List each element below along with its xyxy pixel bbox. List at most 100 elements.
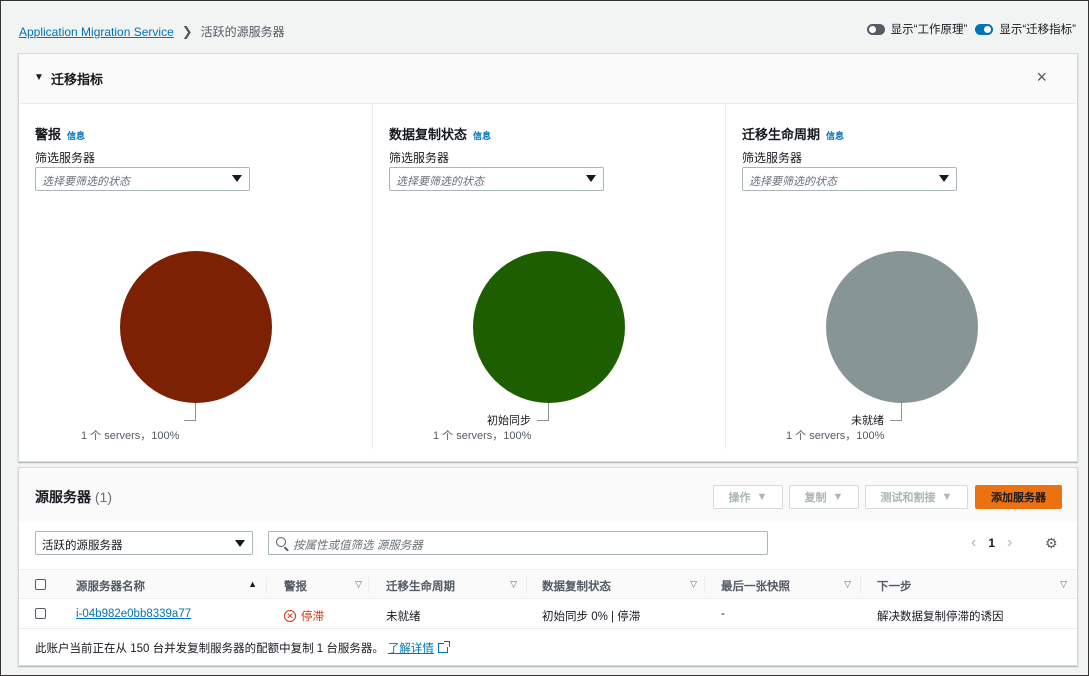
- column-header-next-step[interactable]: 下一步 ▽: [861, 570, 1077, 600]
- leader-line: [537, 403, 549, 421]
- select-placeholder: 选择要筛选的状态: [749, 176, 837, 188]
- pie-slice[interactable]: [826, 251, 978, 403]
- sort-icon[interactable]: ▽: [1060, 579, 1067, 590]
- top-bar: Application Migration Service ❯ 活跃的源服务器 …: [1, 1, 1088, 53]
- breadcrumb-root-link[interactable]: Application Migration Service: [19, 25, 174, 39]
- toggle-switch-icon[interactable]: [866, 23, 885, 35]
- select-value: 活跃的源服务器: [42, 540, 123, 552]
- column-header-label: 最后一张快照: [721, 581, 790, 593]
- quota-footer: 此账户当前正在从 150 台并发复制服务器的配额中复制 1 台服务器。 了解详情: [35, 640, 450, 656]
- actions-button[interactable]: 操作 ▼: [713, 485, 783, 509]
- gear-icon[interactable]: ⚙: [1045, 535, 1058, 552]
- sort-icon[interactable]: ▽: [844, 579, 851, 590]
- error-icon: ✕: [284, 610, 296, 622]
- toggle-how-it-works[interactable]: 显示“工作原理”: [866, 21, 968, 37]
- button-label: 测试和割接: [880, 492, 936, 504]
- add-server-button[interactable]: 添加服务器: [975, 485, 1062, 509]
- pie-slice[interactable]: [120, 251, 272, 403]
- select-all-checkbox[interactable]: [35, 579, 46, 590]
- search-icon: [276, 537, 286, 547]
- replication-cell: 初始同步 0% | 停滞: [542, 611, 641, 623]
- pie-slice[interactable]: [473, 251, 625, 403]
- toggle-migration-metrics[interactable]: 显示“迁移指标”: [975, 21, 1076, 37]
- pagination: ‹ 1 ›: [971, 534, 1012, 552]
- column-header-label: 源服务器名称: [76, 581, 145, 593]
- server-name-link[interactable]: i-04b982e0bb8339a77: [76, 608, 191, 620]
- search-placeholder: 按属性或值筛选 源服务器: [293, 540, 423, 552]
- learn-more-link[interactable]: 了解详情: [387, 641, 450, 655]
- pie-summary: 1 个 servers，100%: [433, 430, 532, 442]
- migration-metrics-panel: ▼ 迁移指标 × 警报 信息 筛选服务器 选择要筛选的状态 1 个 servers…: [18, 53, 1078, 462]
- column-title: 警报: [35, 127, 62, 142]
- pie-slice-label: 初始同步: [487, 415, 531, 427]
- caret-down-icon: [232, 175, 242, 182]
- page-number[interactable]: 1: [988, 536, 995, 550]
- caret-down-icon: ▼: [832, 491, 844, 503]
- server-filter-select[interactable]: 活跃的源服务器: [35, 531, 253, 555]
- select-placeholder: 选择要筛选的状态: [396, 176, 484, 188]
- breadcrumb-current: 活跃的源服务器: [200, 25, 285, 39]
- source-servers-card: 源服务器 (1) 操作 ▼ 复制 ▼ 测试和割接 ▼ 添加服务器 活跃的源服务器 按属…: [18, 467, 1078, 666]
- lifecycle-cell: 未就绪: [386, 611, 421, 623]
- column-title: 数据复制状态: [389, 127, 468, 142]
- close-icon[interactable]: ×: [1036, 67, 1047, 88]
- select-placeholder: 选择要筛选的状态: [42, 176, 130, 188]
- chevron-left-icon[interactable]: ‹: [971, 534, 976, 552]
- learn-more-label: 了解详情: [387, 643, 434, 655]
- search-input[interactable]: 按属性或值筛选 源服务器: [268, 531, 768, 555]
- caret-down-icon: ▼: [756, 491, 768, 503]
- server-count: (1): [94, 489, 113, 505]
- footer-text: 此账户当前正在从 150 台并发复制服务器的配额中复制 1 台服务器。: [35, 643, 384, 655]
- column-heading: 警报 信息: [35, 124, 85, 143]
- info-link[interactable]: 信息: [67, 131, 85, 141]
- replication-button[interactable]: 复制 ▼: [789, 485, 859, 509]
- info-link[interactable]: 信息: [473, 131, 491, 141]
- card-title-text: 源服务器: [35, 489, 91, 505]
- info-link[interactable]: 信息: [826, 131, 844, 141]
- status-filter-select[interactable]: 选择要筛选的状态: [389, 167, 604, 191]
- chevron-right-icon[interactable]: ›: [1007, 534, 1012, 552]
- status-filter-select[interactable]: 选择要筛选的状态: [742, 167, 957, 191]
- row-checkbox[interactable]: [35, 608, 46, 619]
- toggle-switch-icon[interactable]: [975, 23, 994, 35]
- breadcrumb: Application Migration Service ❯ 活跃的源服务器: [19, 23, 285, 40]
- alert-status: ✕ 停滞: [284, 608, 324, 624]
- external-link-icon: [437, 641, 450, 653]
- caret-down-icon: ▼: [941, 491, 953, 503]
- toggle-label: 显示“工作原理”: [890, 24, 968, 36]
- chevron-right-icon: ❯: [181, 23, 193, 39]
- sort-icon[interactable]: ▽: [355, 579, 362, 590]
- panel-title[interactable]: 迁移指标: [51, 69, 103, 88]
- alert-status-text: 停滞: [301, 611, 324, 623]
- caret-down-icon[interactable]: ▼: [34, 72, 44, 83]
- column-header-label: 下一步: [877, 581, 912, 593]
- sort-icon[interactable]: ▽: [690, 579, 697, 590]
- leader-line: [184, 403, 196, 421]
- column-header-snapshot[interactable]: 最后一张快照 ▽: [705, 570, 861, 600]
- column-header-label: 数据复制状态: [542, 581, 611, 593]
- filter-label: 筛选服务器: [389, 151, 450, 165]
- status-filter-select[interactable]: 选择要筛选的状态: [35, 167, 250, 191]
- lifecycle-column: 迁移生命周期 信息 筛选服务器 选择要筛选的状态 未就绪 1 个 servers，…: [725, 104, 1078, 449]
- filter-label: 筛选服务器: [742, 151, 803, 165]
- caret-down-icon: [235, 540, 245, 547]
- column-header-name[interactable]: 源服务器名称 ▲: [59, 570, 267, 600]
- column-heading: 数据复制状态 信息: [389, 124, 491, 143]
- alerts-column: 警报 信息 筛选服务器 选择要筛选的状态 1 个 servers，100%: [19, 104, 372, 449]
- column-header-lifecycle[interactable]: 迁移生命周期 ▽: [369, 570, 527, 600]
- snapshot-cell: -: [721, 608, 725, 620]
- leader-line: [890, 403, 902, 421]
- column-title: 迁移生命周期: [742, 127, 821, 142]
- button-label: 复制: [804, 492, 827, 504]
- sort-ascending-icon[interactable]: ▲: [248, 579, 257, 589]
- panel-header: ▼ 迁移指标 ×: [19, 54, 1077, 104]
- column-header-replication[interactable]: 数据复制状态 ▽: [527, 570, 705, 600]
- sort-icon[interactable]: ▽: [510, 579, 517, 590]
- test-cutover-button[interactable]: 测试和割接 ▼: [865, 485, 968, 509]
- caret-down-icon: [939, 175, 949, 182]
- toggle-label: 显示“迁移指标”: [999, 24, 1076, 36]
- column-header-alert[interactable]: 警报 ▽: [267, 570, 369, 600]
- button-label: 操作: [728, 492, 751, 504]
- column-heading: 迁移生命周期 信息: [742, 124, 844, 143]
- table-row[interactable]: i-04b982e0bb8339a77 ✕ 停滞 未就绪 初始同步 0% | 停…: [19, 599, 1077, 629]
